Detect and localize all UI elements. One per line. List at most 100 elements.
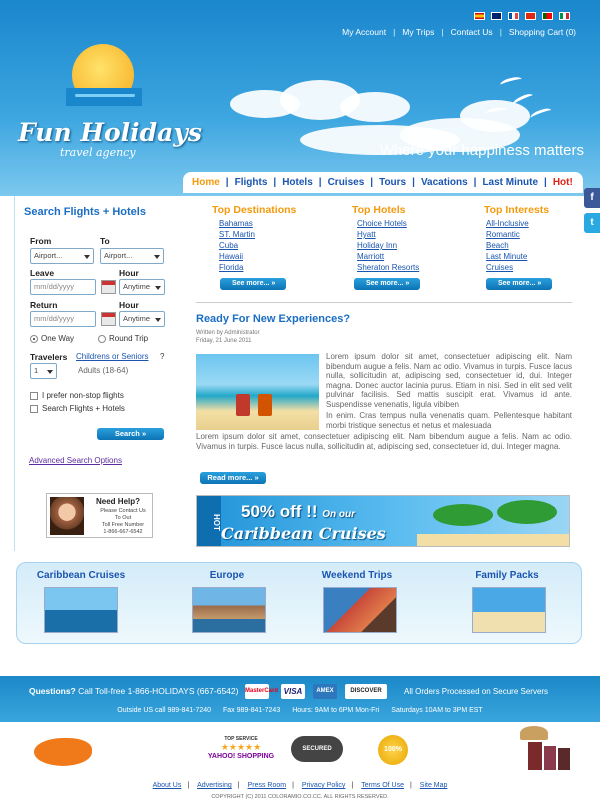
questions-label: Questions? <box>29 686 76 696</box>
nav-hot[interactable]: Hot! <box>553 177 573 188</box>
read-more-button[interactable]: Read more... » <box>200 472 266 484</box>
to-select[interactable]: Airport... <box>100 248 164 264</box>
cruise-ship-image[interactable] <box>44 587 118 633</box>
twitter-icon[interactable]: t <box>584 213 600 233</box>
weekend-trip-image[interactable] <box>323 587 397 633</box>
secured-badge[interactable]: SECURED <box>291 736 343 762</box>
suitcase-icon <box>558 748 570 770</box>
article-paragraph-2: In enim. Cras tempus nulla venenatis qua… <box>326 411 572 430</box>
see-more-hotels-button[interactable]: See more... » <box>354 278 420 290</box>
my-account-link[interactable]: My Account <box>342 27 386 37</box>
secure-orders-note: All Orders Processed on Secure Servers <box>404 687 549 696</box>
search-button[interactable]: Search » <box>97 428 164 440</box>
nav-home[interactable]: Home <box>192 177 220 188</box>
banner-headline: 50% off !! On our <box>241 502 355 522</box>
leave-hour-select[interactable]: Anytime <box>119 279 165 295</box>
caribbean-cruise-banner[interactable]: HOT 50% off !! On our Caribbean Cruises <box>196 495 570 547</box>
one-way-radio[interactable] <box>30 335 38 343</box>
nav-vacations[interactable]: Vacations <box>421 177 468 188</box>
round-trip-radio[interactable] <box>98 335 106 343</box>
interest-link[interactable]: Last Minute <box>486 252 527 261</box>
interest-link[interactable]: Romantic <box>486 230 520 239</box>
destination-link[interactable]: ST. Martin <box>219 230 255 239</box>
hotel-link[interactable]: Hyatt <box>357 230 376 239</box>
nav-tours[interactable]: Tours <box>379 177 406 188</box>
hotel-link[interactable]: Holiday Inn <box>357 241 397 250</box>
destination-link[interactable]: Florida <box>219 263 243 272</box>
return-date-input[interactable]: mm/dd/yyyy <box>30 311 96 327</box>
europe-city-image[interactable] <box>192 587 266 633</box>
interest-link[interactable]: Cruises <box>486 263 513 272</box>
copyright: COPYRIGHT (C) 2011 COLORAMIO.CO.CC. ALL … <box>211 794 389 800</box>
suitcase-icon <box>528 742 542 770</box>
help-line3: Toll Free Number <box>101 522 145 528</box>
yahoo-shopping-badge[interactable]: TOP SERVICE ★★★★★ YAHOO! SHOPPING <box>198 736 284 764</box>
from-select[interactable]: Airport... <box>30 248 94 264</box>
uk-flag-icon[interactable] <box>491 12 502 20</box>
my-trips-link[interactable]: My Trips <box>402 27 434 37</box>
hotel-link[interactable]: Marriott <box>357 252 384 261</box>
cn-flag-icon[interactable] <box>525 12 536 20</box>
shopping-cart-link[interactable]: Shopping Cart (0) <box>509 27 576 37</box>
nav-cruises[interactable]: Cruises <box>328 177 365 188</box>
question-mark: ? <box>160 352 165 361</box>
double-arrow-icon: » <box>254 473 259 482</box>
leave-date-input[interactable]: mm/dd/yyyy <box>30 279 96 295</box>
press-room-link[interactable]: Press Room <box>248 782 287 789</box>
about-us-link[interactable]: About Us <box>153 782 182 789</box>
interest-link[interactable]: All-Inclusive <box>486 219 529 228</box>
return-hour-select[interactable]: Anytime <box>119 311 165 327</box>
calendar-icon[interactable] <box>101 280 116 294</box>
advertising-link[interactable]: Advertising <box>197 782 232 789</box>
see-more-destinations-button[interactable]: See more... » <box>220 278 286 290</box>
hotel-link[interactable]: Choice Hotels <box>357 219 407 228</box>
brand-logo[interactable]: Fun Holidays <box>18 118 202 147</box>
amex-icon: AMEX <box>313 684 337 699</box>
flights-hotels-checkbox[interactable] <box>30 405 38 413</box>
terms-of-use-link[interactable]: Terms Of Use <box>361 782 404 789</box>
interest-link[interactable]: Beach <box>486 241 509 250</box>
separator: | <box>318 177 322 188</box>
nav-last-minute[interactable]: Last Minute <box>482 177 538 188</box>
article-title[interactable]: Ready For New Experiences? <box>196 313 350 325</box>
article-author: Written by Administrator <box>196 330 260 336</box>
fr-flag-icon[interactable] <box>508 12 519 20</box>
contact-us-link[interactable]: Contact Us <box>451 27 493 37</box>
europe-title[interactable]: Europe <box>174 570 280 581</box>
travelers-select[interactable]: 1 <box>30 363 57 379</box>
es-flag-icon[interactable] <box>474 12 485 20</box>
nav-hotels[interactable]: Hotels <box>282 177 313 188</box>
caribbean-cruises-title[interactable]: Caribbean Cruises <box>26 570 136 581</box>
palm-tree-icon <box>433 504 493 526</box>
children-seniors-link[interactable]: Childrens or Seniors <box>76 352 148 361</box>
badge-yahoo-shopping: YAHOO! SHOPPING <box>207 753 275 760</box>
hotel-link[interactable]: Sheraton Resorts <box>357 263 419 272</box>
to-select-value: Airport... <box>104 251 133 260</box>
facebook-icon[interactable]: f <box>584 188 600 208</box>
see-more-interests-button[interactable]: See more... » <box>486 278 552 290</box>
help-phone: 1-866-667-6542 <box>103 529 143 535</box>
calendar-icon[interactable] <box>101 312 116 326</box>
separator: | <box>187 782 190 789</box>
destination-link[interactable]: Bahamas <box>219 219 253 228</box>
leave-hour-value: Anytime <box>123 282 151 291</box>
help-box[interactable]: Need Help? Please Contact Us To Out Toll… <box>46 493 153 538</box>
destination-link[interactable]: Cuba <box>219 241 238 250</box>
privacy-policy-link[interactable]: Privacy Policy <box>302 782 346 789</box>
advanced-search-link[interactable]: Advanced Search Options <box>29 456 122 465</box>
site-map-link[interactable]: Site Map <box>420 782 448 789</box>
separator: | <box>441 27 444 37</box>
nonstop-checkbox[interactable] <box>30 392 38 400</box>
pt-flag-icon[interactable] <box>542 12 553 20</box>
article-paragraph-1: Lorem ipsum dolor sit amet, consectetuer… <box>326 352 572 409</box>
visa-icon: VISA <box>281 684 305 699</box>
support-agent-avatar <box>50 497 84 535</box>
destination-link[interactable]: Hawaii <box>219 252 243 261</box>
it-flag-icon[interactable] <box>559 12 570 20</box>
guarantee-badge[interactable]: 100% <box>378 735 408 765</box>
weekend-trips-title[interactable]: Weekend Trips <box>302 570 412 581</box>
family-pack-image[interactable] <box>472 587 546 633</box>
flights-hotels-label: Search Flights + Hotels <box>42 404 125 413</box>
nav-flights[interactable]: Flights <box>235 177 268 188</box>
family-packs-title[interactable]: Family Packs <box>452 570 562 581</box>
